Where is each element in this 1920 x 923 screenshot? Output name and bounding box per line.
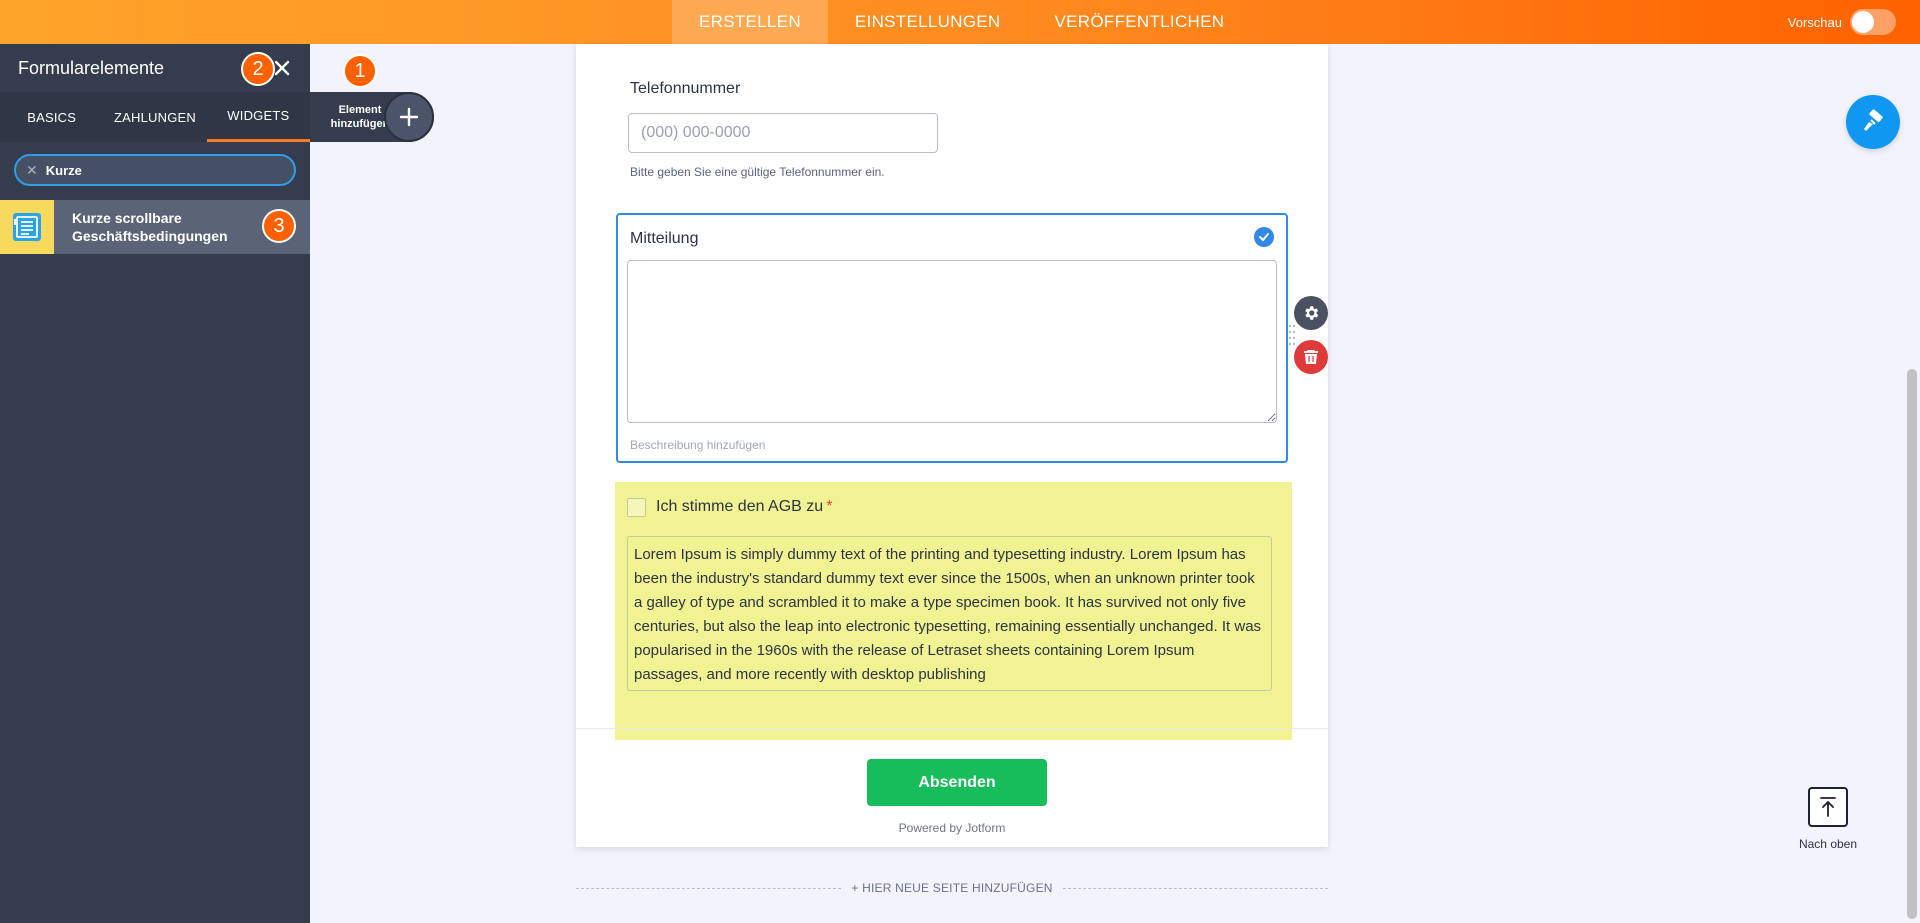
preview-label: Vorschau: [1787, 14, 1842, 30]
top-navigation-bar: ERSTELLEN EINSTELLUNGEN VERÖFFENTLICHEN …: [0, 0, 1920, 44]
preview-toggle-knob: [1852, 11, 1874, 33]
scrollbar-thumb[interactable]: [1907, 369, 1917, 919]
tab-einstellungen[interactable]: EINSTELLUNGEN: [828, 0, 1028, 44]
divider: [576, 728, 1328, 729]
required-mark: *: [826, 498, 833, 515]
plus-icon[interactable]: [384, 92, 434, 142]
sidebar-title: Formularelemente: [18, 57, 165, 78]
widget-search-input[interactable]: [45, 162, 266, 178]
scroll-to-top[interactable]: Nach oben: [1798, 787, 1862, 851]
widget-search-box: ✕: [14, 154, 296, 186]
paint-roller-icon[interactable]: [1846, 95, 1900, 149]
tab-widgets[interactable]: WIDGETS: [206, 92, 310, 142]
phone-help-text: Bitte geben Sie eine gültige Telefonnumm…: [630, 165, 885, 179]
tab-veroeffentlichen[interactable]: VERÖFFENTLICHEN: [1028, 0, 1252, 44]
form-elements-sidebar: Formularelemente BASICS ZAHLUNGEN WIDGET…: [0, 44, 310, 923]
gear-icon[interactable]: [1294, 296, 1328, 330]
powered-by-text: Powered by Jotform: [898, 821, 1006, 835]
check-icon: [1254, 227, 1274, 247]
message-label[interactable]: Mitteilung: [630, 230, 698, 248]
terms-label: Ich stimme den AGB zu *: [656, 498, 832, 516]
form-card: Telefonnummer Bitte geben Sie eine gülti…: [576, 44, 1328, 847]
preview-toggle[interactable]: [1850, 9, 1896, 35]
terms-checkbox[interactable]: [627, 498, 646, 517]
terms-widget: Ich stimme den AGB zu * Lorem Ipsum is si…: [615, 482, 1292, 740]
message-textarea[interactable]: [627, 260, 1277, 423]
terms-label-text: Ich stimme den AGB zu: [656, 498, 824, 515]
main-tabs: ERSTELLEN EINSTELLUNGEN VERÖFFENTLICHEN: [672, 0, 1251, 44]
step-badge-2: 2: [241, 52, 275, 86]
page-scrollbar[interactable]: [1904, 44, 1920, 923]
widget-result-label: Kurze scrollbare Geschäftsbedingungen: [72, 210, 228, 244]
tab-basics[interactable]: BASICS: [0, 92, 103, 142]
terms-text-box[interactable]: Lorem Ipsum is simply dummy text of the …: [627, 536, 1272, 691]
search-clear-icon[interactable]: ✕: [26, 162, 38, 179]
sidebar-tabs: BASICS ZAHLUNGEN WIDGETS: [0, 92, 310, 142]
add-new-page[interactable]: + HIER NEUE SEITE HINZUFÜGEN: [576, 879, 1328, 899]
tab-zahlungen[interactable]: ZAHLUNGEN: [103, 92, 206, 142]
message-description[interactable]: Beschreibung hinzufügen: [630, 438, 765, 452]
submit-button[interactable]: Absenden: [867, 759, 1047, 806]
trash-icon[interactable]: [1294, 340, 1328, 374]
scrollable-terms-icon: [0, 200, 54, 254]
message-field-selected[interactable]: Mitteilung Beschreibung hinzufügen: [616, 213, 1296, 463]
drag-handle-icon[interactable]: [1288, 323, 1296, 347]
preview-control: Vorschau: [1788, 9, 1896, 35]
phone-label: Telefonnummer: [630, 80, 741, 97]
arrow-up-icon[interactable]: [1808, 787, 1848, 827]
scroll-to-top-label: Nach oben: [1798, 837, 1858, 851]
step-badge-1: 1: [343, 54, 377, 88]
add-new-page-label[interactable]: + HIER NEUE SEITE HINZUFÜGEN: [576, 881, 1328, 895]
phone-input[interactable]: [628, 113, 938, 153]
add-element-button[interactable]: Element hinzufügen: [310, 92, 434, 142]
step-badge-3: 3: [262, 209, 296, 243]
tab-erstellen[interactable]: ERSTELLEN: [672, 0, 828, 44]
